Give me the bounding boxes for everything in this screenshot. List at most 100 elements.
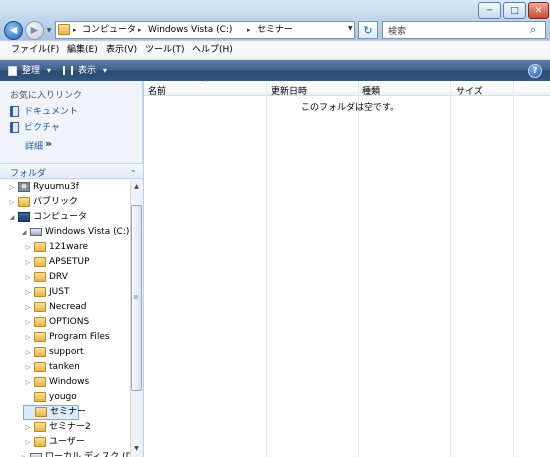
picture-icon — [10, 122, 19, 133]
menu-help[interactable]: ヘルプ(H) — [192, 44, 233, 57]
menu-tools[interactable]: ツール(T) — [145, 44, 185, 57]
expand-icon[interactable]: ◢ — [8, 210, 16, 225]
tree-item[interactable]: ▷ ユーザー — [0, 435, 130, 450]
column-modified[interactable]: 更新日時 — [271, 84, 307, 97]
column-name[interactable]: 名前 — [148, 84, 166, 97]
menu-file[interactable]: ファイル(F) — [11, 44, 59, 57]
breadcrumb-drive[interactable]: Windows Vista (C:) — [148, 24, 232, 36]
breadcrumb-separator[interactable]: ▸ — [247, 24, 251, 36]
tree-item[interactable]: ▷ Ryuumu3f — [0, 180, 130, 195]
column-size[interactable]: サイズ — [456, 84, 483, 97]
expand-icon[interactable]: ▷ — [24, 270, 32, 285]
menu-view[interactable]: 表示(V) — [106, 44, 137, 57]
tree-item[interactable]: ▷ DRV — [0, 270, 130, 285]
address-dropdown-icon[interactable]: ▼ — [348, 25, 353, 32]
tree-item-label: JUST — [49, 287, 70, 297]
favorite-pictures-label: ピクチャ — [24, 123, 60, 133]
tree-item[interactable]: ◢ コンピュータ — [0, 210, 130, 225]
scroll-grip-icon: ≡ — [133, 293, 139, 301]
tree-item[interactable]: ▷ OPTIONS — [0, 315, 130, 330]
views-button[interactable]: 表示 ▾ — [63, 63, 107, 78]
column-type[interactable]: 種類 — [362, 84, 380, 97]
breadcrumb-separator[interactable]: ▸ — [138, 24, 142, 36]
folder-icon — [34, 286, 46, 297]
menu-edit[interactable]: 編集(E) — [67, 44, 98, 57]
tree-item[interactable]: yougo — [0, 390, 130, 405]
search-icon[interactable]: ⌕ — [530, 23, 536, 37]
tree-item[interactable]: ▷ セミナー2 — [0, 420, 130, 435]
expand-icon[interactable]: ▷ — [24, 315, 32, 330]
tree-item[interactable]: ▷ パブリック — [0, 195, 130, 210]
tree-item-label: Necread — [49, 302, 87, 312]
folder-icon — [34, 376, 46, 387]
favorite-pictures[interactable]: ピクチャ — [10, 122, 60, 135]
tree-item-label: Ryuumu3f — [33, 182, 79, 192]
back-button[interactable]: ◀ — [4, 21, 23, 40]
recent-pages-dropdown[interactable]: ▼ — [45, 25, 53, 35]
tree-item[interactable]: ▷ 121ware — [0, 240, 130, 255]
maximize-button[interactable]: □ — [503, 2, 526, 19]
computer-icon — [18, 211, 30, 222]
search-input[interactable] — [382, 21, 546, 39]
breadcrumb-separator[interactable]: ▸ — [73, 24, 77, 36]
drive-icon — [30, 227, 42, 236]
expand-icon[interactable]: ▷ — [24, 420, 32, 435]
folder-icon — [34, 421, 46, 432]
details-link[interactable]: 詳細 — [25, 139, 43, 152]
help-icon[interactable]: ? — [528, 64, 542, 78]
column-gridline — [266, 81, 267, 457]
tree-item[interactable]: ▷ Necread — [0, 300, 130, 315]
forward-button[interactable]: ▶ — [25, 21, 44, 40]
chevron-down-icon: ▾ — [102, 66, 107, 75]
double-chevron-icon[interactable]: » — [45, 137, 52, 150]
tree-item-label: ユーザー — [49, 437, 85, 447]
chevron-down-icon[interactable]: ⌄ — [130, 165, 137, 174]
expand-icon[interactable]: ▷ — [24, 300, 32, 315]
tree-item[interactable]: セミナー — [23, 405, 86, 420]
scroll-up-button[interactable]: ▲ — [131, 181, 142, 192]
expand-icon[interactable]: ▷ — [24, 360, 32, 375]
scroll-down-button[interactable]: ▼ — [131, 443, 142, 454]
search-placeholder: 検索 — [388, 27, 407, 37]
expand-icon[interactable]: ▷ — [20, 450, 28, 457]
tree-item[interactable]: ▷ support — [0, 345, 130, 360]
tree-item-label: yougo — [49, 392, 77, 402]
tree-item[interactable]: ▷ Windows — [0, 375, 130, 390]
expand-icon[interactable]: ▷ — [24, 345, 32, 360]
favorite-documents[interactable]: ドキュメント — [10, 106, 78, 119]
organize-button[interactable]: 整理 ▾ — [8, 63, 51, 78]
folder-icon — [34, 361, 46, 372]
close-button[interactable]: ✕ — [528, 2, 549, 19]
refresh-button[interactable]: ↻ — [358, 21, 378, 39]
expand-icon[interactable]: ▷ — [24, 285, 32, 300]
expand-icon[interactable]: ▷ — [24, 435, 32, 450]
tree-item[interactable]: ▷ APSETUP — [0, 255, 130, 270]
folder-icon — [34, 331, 46, 342]
tree-item[interactable]: ▷ Program Files — [0, 330, 130, 345]
tree-item-label: コンピュータ — [33, 212, 88, 222]
breadcrumb-seminar[interactable]: セミナー — [257, 24, 293, 36]
expand-icon[interactable]: ▷ — [24, 330, 32, 345]
tree-item-label: ローカル ディスク (D:) — [45, 452, 130, 457]
tree-item[interactable]: ▷ JUST — [0, 285, 130, 300]
expand-icon[interactable]: ▷ — [8, 195, 16, 210]
breadcrumb-computer[interactable]: コンピュータ — [82, 24, 136, 36]
folder-icon — [35, 406, 47, 417]
file-list[interactable] — [144, 81, 550, 457]
tree-item[interactable]: ◢ Windows Vista (C:) — [0, 225, 130, 240]
tree-item[interactable]: ▷ ローカル ディスク (D:) — [0, 450, 130, 457]
views-icon — [63, 66, 73, 75]
folder-icon — [34, 346, 46, 357]
tree-item-label: APSETUP — [49, 257, 90, 267]
expand-icon[interactable]: ▷ — [24, 255, 32, 270]
folder-icon — [34, 241, 46, 252]
minimize-button[interactable]: ─ — [478, 2, 501, 19]
folder-icon — [18, 196, 30, 207]
tree-item[interactable]: ▷ tanken — [0, 360, 130, 375]
tree-item-label: 121ware — [49, 242, 89, 252]
tree-item-label: セミナー — [50, 407, 87, 417]
expand-icon[interactable]: ◢ — [20, 225, 28, 240]
expand-icon[interactable]: ▷ — [24, 240, 32, 255]
expand-icon[interactable]: ▷ — [24, 375, 32, 390]
expand-icon[interactable]: ▷ — [8, 180, 16, 195]
